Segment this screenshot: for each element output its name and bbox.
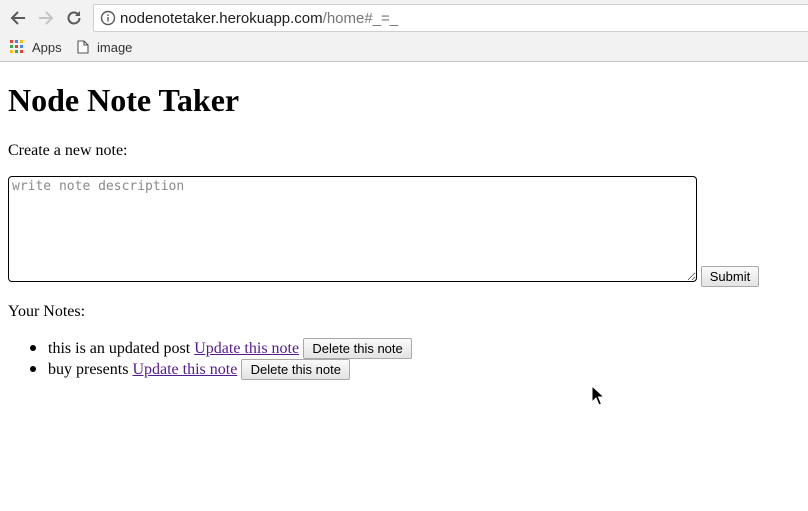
bookmark-apps-label: Apps xyxy=(32,39,62,55)
url-text[interactable]: nodenotetaker.herokuapp.com/home#_=_ xyxy=(120,10,398,27)
page-title: Node Note Taker xyxy=(8,82,240,118)
delete-note-button[interactable]: Delete this note xyxy=(241,359,351,380)
delete-note-button[interactable]: Delete this note xyxy=(303,338,413,359)
bullet-icon xyxy=(30,345,36,351)
arrow-left-icon xyxy=(10,11,25,25)
bookmark-image-label: image xyxy=(97,39,133,55)
list-item: buy presents Update this note Delete thi… xyxy=(8,359,412,380)
info-icon[interactable] xyxy=(100,10,116,26)
url-host: nodenotetaker.herokuapp.com xyxy=(120,10,323,27)
reload-icon xyxy=(67,11,81,25)
address-bar[interactable]: nodenotetaker.herokuapp.com/home#_=_ xyxy=(93,4,808,32)
url-path: /home#_=_ xyxy=(322,10,399,27)
forward-button[interactable] xyxy=(35,7,57,29)
bookmarks-bar: Apps image xyxy=(0,36,808,58)
apps-grid-icon xyxy=(10,40,23,53)
update-note-link[interactable]: Update this note xyxy=(194,340,299,358)
back-button[interactable] xyxy=(7,7,29,29)
bookmark-image[interactable]: image xyxy=(77,38,132,56)
bullet-icon xyxy=(30,366,36,372)
your-notes-label: Your Notes: xyxy=(8,303,86,320)
browser-chrome: nodenotetaker.herokuapp.com/home#_=_ App… xyxy=(0,0,808,62)
submit-button[interactable]: Submit xyxy=(701,266,759,287)
page-icon xyxy=(77,40,89,54)
list-item: this is an updated post Update this note… xyxy=(8,338,413,359)
mouse-cursor-icon xyxy=(591,385,605,406)
create-note-label: Create a new note: xyxy=(8,142,128,159)
note-description-input[interactable] xyxy=(8,176,697,282)
bookmark-apps[interactable]: Apps xyxy=(10,38,62,56)
arrow-right-icon xyxy=(39,11,54,25)
update-note-link[interactable]: Update this note xyxy=(132,361,237,379)
note-text: buy presents xyxy=(48,360,129,378)
reload-button[interactable] xyxy=(63,7,85,29)
notes-list: this is an updated post Update this note… xyxy=(8,338,413,380)
note-text: this is an updated post xyxy=(48,339,191,357)
